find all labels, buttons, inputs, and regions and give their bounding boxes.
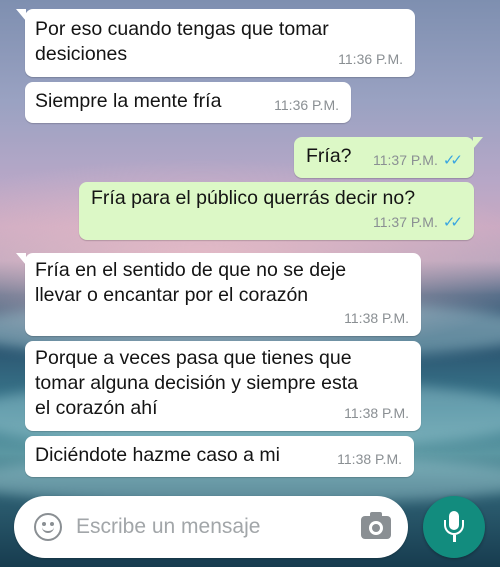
message-timestamp: 11:38 P.M. — [344, 405, 409, 421]
microphone-button[interactable] — [423, 496, 485, 558]
message-input-bar — [14, 496, 408, 558]
message-timestamp: 11:36 P.M. — [274, 97, 339, 113]
message-text: Por eso cuando tengas que tomar — [35, 18, 329, 40]
message-bubble-incoming[interactable]: Siempre la mente fría 11:36 P.M. — [25, 82, 351, 123]
read-receipt-icon: ✓✓ — [442, 214, 463, 231]
message-text: tomar alguna decisión y siempre esta — [35, 372, 358, 394]
message-text: Porque a veces pasa que tienes que — [35, 347, 352, 369]
message-bubble-incoming[interactable]: Por eso cuando tengas que tomar desicion… — [16, 9, 415, 77]
message-meta: 11:37 P.M. ✓✓ — [373, 148, 463, 173]
message-meta: 11:36 P.M. — [274, 93, 339, 118]
message-bubble-outgoing[interactable]: Fría? 11:37 P.M. ✓✓ — [294, 137, 483, 178]
message-timestamp: 11:37 P.M. — [373, 152, 438, 168]
message-timestamp: 11:37 P.M. — [373, 214, 438, 230]
message-meta: 11:37 P.M. ✓✓ — [373, 210, 463, 235]
message-text: llevar o encantar por el corazón — [35, 284, 309, 306]
message-timestamp: 11:36 P.M. — [338, 51, 403, 67]
message-bubble-outgoing[interactable]: Fría para el público querrás decir no? 1… — [79, 182, 474, 240]
message-bubble-incoming[interactable]: Porque a veces pasa que tienes que tomar… — [25, 341, 421, 431]
message-text: Fría en el sentido de que no se deje — [35, 259, 347, 281]
message-meta: 11:38 P.M. — [344, 401, 409, 426]
message-meta: 11:38 P.M. — [337, 447, 402, 472]
message-timestamp: 11:38 P.M. — [337, 451, 402, 467]
message-meta: 11:36 P.M. — [338, 47, 403, 72]
message-meta: 11:38 P.M. — [344, 306, 409, 331]
message-input[interactable] — [76, 510, 336, 544]
message-timestamp: 11:38 P.M. — [344, 310, 409, 326]
chat-area[interactable]: Por eso cuando tengas que tomar desicion… — [0, 0, 500, 495]
read-receipt-icon: ✓✓ — [442, 152, 463, 169]
message-text: Fría para el público querrás decir no? — [91, 187, 416, 209]
camera-icon[interactable] — [361, 512, 391, 539]
message-bubble-incoming[interactable]: Diciéndote hazme caso a mi 11:38 P.M. — [25, 436, 414, 477]
message-bubble-incoming[interactable]: Fría en el sentido de que no se deje lle… — [16, 253, 421, 336]
emoji-icon[interactable] — [34, 513, 62, 541]
